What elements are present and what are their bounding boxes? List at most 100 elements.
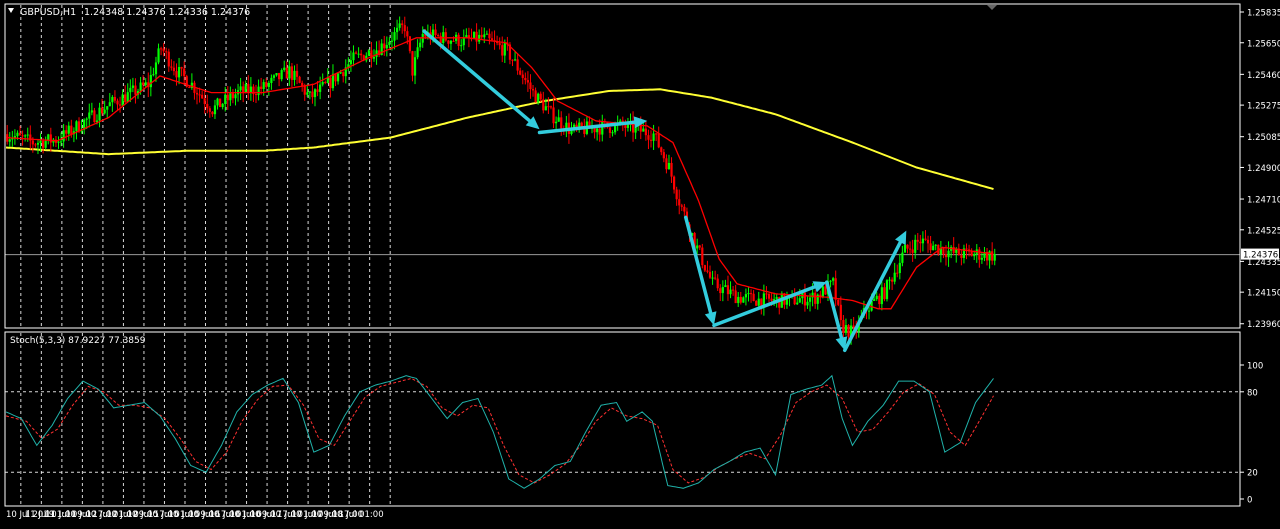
candle-body [919,241,922,244]
collapse-triangle-icon[interactable] [8,8,14,13]
candle-body [449,40,453,44]
candle-body [336,73,340,82]
candle-body [144,82,147,86]
candle-body [383,43,386,49]
candle-body [916,239,919,242]
candle-body [960,255,963,258]
candle-body [719,288,722,294]
candle-body [547,106,550,108]
candle-body [108,102,111,107]
candle-body [170,66,173,68]
candle-body [942,247,945,255]
candle-body [124,94,127,103]
candle-body [898,262,901,274]
candle-body [708,271,712,278]
candle-body [501,45,504,56]
candle-body [655,133,658,135]
candle-body [647,135,650,140]
trend-arrow-shaft [825,280,844,340]
price-tick-label: 1.25835 [1247,9,1280,19]
candle-body [726,285,730,295]
candle-body [234,94,237,99]
candle-body [749,293,753,295]
candle-body [59,141,63,143]
candle-body [462,37,465,46]
candle-body [319,84,322,92]
candle-body [267,82,270,87]
chart-shift-icon[interactable] [987,5,997,10]
candle-body [529,82,532,90]
stoch-tick-label: 20 [1247,469,1258,479]
candle-body [896,272,899,274]
stoch-main-line [5,374,994,489]
candle-body [257,86,260,96]
candle-body [485,33,488,35]
candle-body [908,248,912,250]
candle-body [90,110,93,113]
candle-body [503,42,506,56]
candle-body [349,60,353,65]
candle-body [65,130,68,134]
candle-body [398,23,401,28]
candle-body [188,86,191,88]
candle-body [796,302,799,305]
candle-body [285,67,288,79]
candle-body [711,277,714,279]
candle-body [539,93,542,100]
candle-body [519,70,522,75]
candle-body [721,287,724,294]
candle-body [306,92,309,95]
candle-body [75,121,78,132]
price-tick-label: 1.24710 [1247,196,1280,206]
candle-body [852,325,855,328]
candle-body [901,252,904,263]
ma-slow-layer [5,88,994,191]
candle-body [288,66,291,79]
candle-body [662,152,665,159]
candle-body [216,98,219,106]
candle-body [460,45,463,47]
candle-body [934,244,937,246]
candle-body [57,141,60,143]
candle-body [675,189,678,200]
candle-body [411,51,414,76]
candle-body [165,51,168,53]
candle-body [313,89,317,98]
candle-body [416,47,419,58]
candle-body [478,34,481,42]
candle-body [952,246,955,253]
candle-body [88,112,91,119]
candle-body [744,294,748,298]
candle-body [354,52,358,54]
candle-body [444,32,447,41]
ma-fast-line [5,37,994,310]
candle-body [824,286,827,295]
candle-body [649,139,653,141]
candle-body [152,74,155,76]
main-panel-frame [4,3,1241,329]
candle-body [534,90,537,103]
candle-body [283,67,286,71]
candles-layer [6,16,996,345]
chart-canvas[interactable]: 1.25835 1.25650 1.25460 1.25275 1.25085 1.249… [0,0,1280,525]
candle-body [465,35,468,38]
candle-body [134,85,137,95]
candle-body [44,140,47,148]
candle-body [642,128,645,132]
candle-body [111,96,114,103]
candle-body [673,176,676,190]
candle-body [280,70,283,80]
candle-body [270,77,273,83]
candle-body [893,272,896,282]
candle-body [521,74,524,78]
chart-window[interactable]: 1.25835 1.25650 1.25460 1.25275 1.25085 1.249… [0,0,1280,525]
candle-body [608,127,612,133]
candle-body [149,75,152,88]
candle-body [513,59,517,61]
candle-body [118,104,122,106]
candle-body [21,135,24,137]
candle-body [755,301,758,306]
candle-body [883,287,886,300]
candle-body [67,125,70,134]
price-tick-label: 1.24150 [1247,289,1280,299]
